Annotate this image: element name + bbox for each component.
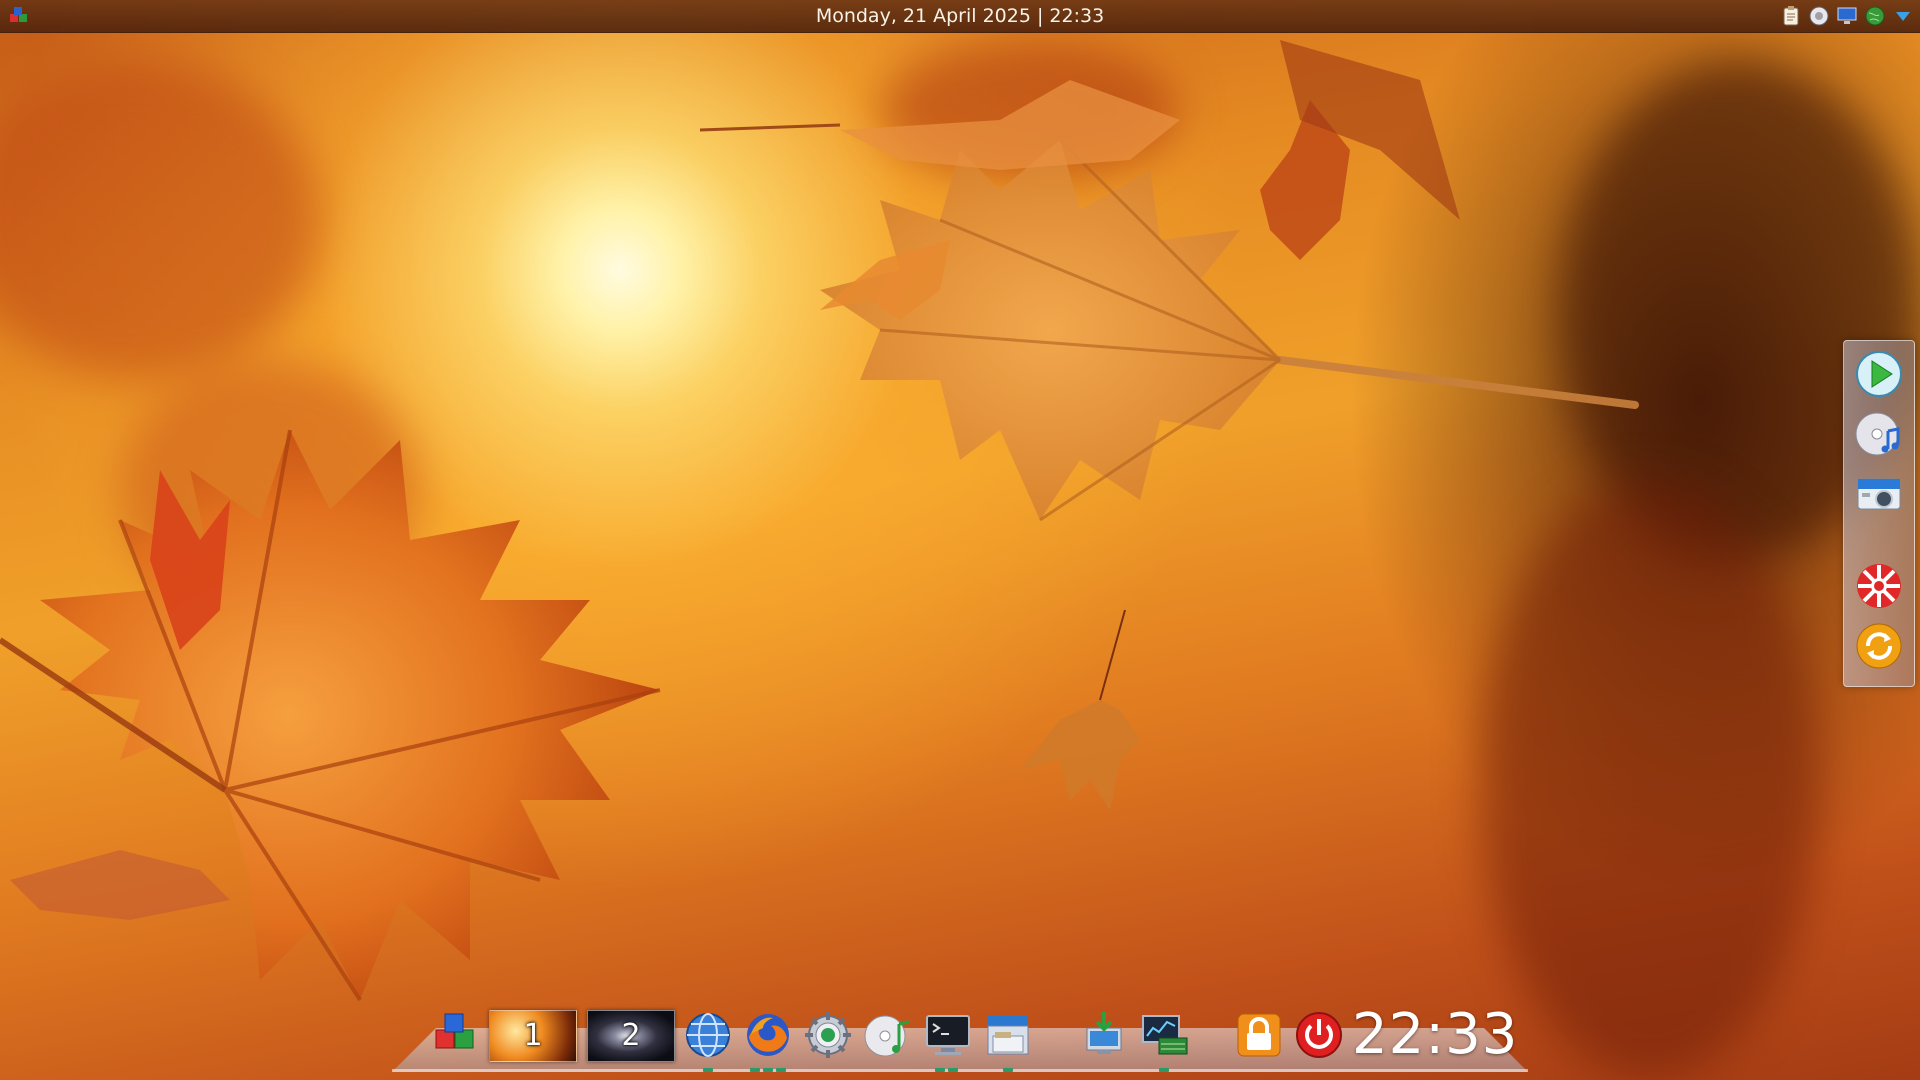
clipboard-icon[interactable]: [1780, 5, 1802, 27]
system-tray: [1780, 5, 1914, 27]
firefox-icon[interactable]: [741, 1008, 795, 1062]
kde-launcher-icon[interactable]: [428, 1008, 482, 1062]
virtual-desktop-1[interactable]: 1: [489, 1010, 577, 1062]
lock-screen-icon[interactable]: [1232, 1008, 1286, 1062]
desktop-wallpaper: [0, 0, 1920, 1080]
running-indicator: [776, 1068, 786, 1072]
maple-leaf-large: [0, 429, 661, 1002]
file-manager-icon[interactable]: [981, 1008, 1035, 1062]
media-icon[interactable]: [1808, 5, 1830, 27]
leaves-artwork: [0, 40, 1639, 1002]
running-indicator: [948, 1068, 958, 1072]
system-monitor-icon[interactable]: [1137, 1008, 1191, 1062]
network-globe-icon[interactable]: [1864, 5, 1886, 27]
web-browser-globe-icon[interactable]: [681, 1008, 735, 1062]
download-manager-icon[interactable]: [1077, 1008, 1131, 1062]
maple-leaf-small: [1020, 609, 1140, 810]
music-player-icon[interactable]: [861, 1008, 915, 1062]
running-indicator: [1003, 1068, 1013, 1072]
display-icon[interactable]: [1836, 5, 1858, 27]
audio-cd-icon[interactable]: [1854, 409, 1904, 459]
maple-leaf-top-dark: [1260, 40, 1460, 260]
camera-icon[interactable]: [1854, 469, 1904, 519]
media-player-play-icon[interactable]: [1854, 349, 1904, 399]
running-indicator: [1159, 1068, 1169, 1072]
terminal-icon[interactable]: [921, 1008, 975, 1062]
panel-datetime[interactable]: Monday, 21 April 2025 | 22:33: [0, 0, 1920, 32]
power-icon[interactable]: [1292, 1008, 1346, 1062]
maple-leaf-floating: [699, 80, 1639, 522]
bottom-dock-edge: [392, 1069, 1528, 1072]
tray-expand-arrow-icon[interactable]: [1892, 5, 1914, 27]
virtual-desktop-2[interactable]: 2: [587, 1010, 675, 1062]
system-settings-icon[interactable]: [801, 1008, 855, 1062]
running-indicator: [750, 1068, 760, 1072]
side-dock: [1843, 340, 1915, 687]
top-panel: Monday, 21 April 2025 | 22:33: [0, 0, 1920, 33]
lifesaver-help-icon[interactable]: [1854, 561, 1904, 611]
running-indicator: [935, 1068, 945, 1072]
update-refresh-icon[interactable]: [1854, 621, 1904, 671]
dock-clock[interactable]: 22:33: [1352, 1002, 1518, 1068]
running-indicator: [763, 1068, 773, 1072]
running-indicator: [703, 1068, 713, 1072]
